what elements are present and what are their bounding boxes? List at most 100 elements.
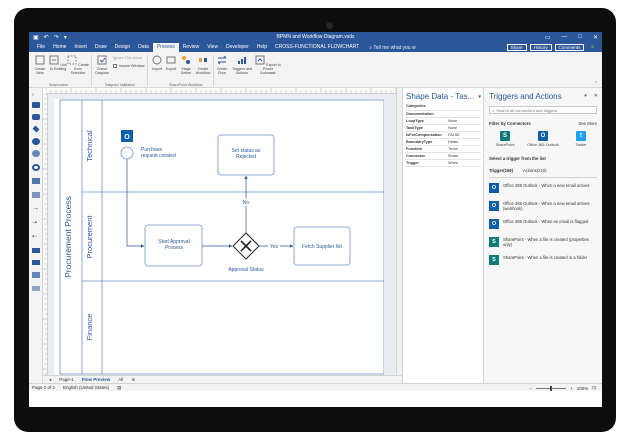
sequence-flow-icon[interactable]: → xyxy=(32,205,40,212)
trigger-item[interactable]: O Office 365 Outlook - When a new email a… xyxy=(484,196,602,214)
page-indicator[interactable]: Page 2 of 2 xyxy=(32,385,55,390)
trigger-search-input[interactable]: ⌕ Search all connectors and triggers xyxy=(489,106,597,114)
shape-data-row[interactable]: Documentation xyxy=(405,110,481,118)
tell-me-search[interactable]: ⌕ Tell me what you w xyxy=(369,45,415,51)
stage-define-button[interactable]: Stage Define xyxy=(178,55,194,75)
event-shape-icon[interactable] xyxy=(32,138,40,145)
annotation-shape-icon[interactable] xyxy=(32,286,40,291)
language-indicator[interactable]: English (United States) xyxy=(63,385,109,390)
shape-data-value[interactable]: When xyxy=(447,159,481,167)
tab-view[interactable]: View xyxy=(203,43,222,52)
lane-shape-icon[interactable] xyxy=(32,260,40,265)
collapse-ribbon-icon[interactable]: ⌃ xyxy=(594,81,598,87)
nav-prev-icon[interactable]: ◂ xyxy=(49,377,51,383)
shape-data-value[interactable]: Share xyxy=(447,152,481,160)
zoom-slider[interactable] xyxy=(536,385,567,391)
shape-data-row[interactable]: Function Techn xyxy=(405,145,481,153)
add-page-icon[interactable]: ⊕ xyxy=(131,377,135,383)
tab-draw[interactable]: Draw xyxy=(91,43,111,52)
export-power-automate-button[interactable]: Export to Power Automate xyxy=(255,55,281,75)
tab-home[interactable]: Home xyxy=(49,43,70,52)
maximize-button[interactable]: □ xyxy=(578,34,582,41)
shape-data-row[interactable]: BoundaryType Defau xyxy=(405,138,481,146)
create-new-button[interactable]: Create New xyxy=(31,55,49,75)
tab-process[interactable]: Process xyxy=(152,43,179,52)
minimize-button[interactable]: — xyxy=(561,34,567,41)
zoom-out-button[interactable]: − xyxy=(529,386,532,391)
ribbon-separator xyxy=(147,55,148,86)
create-from-selection-button[interactable]: Create from Selection xyxy=(67,55,89,75)
import-button[interactable]: Import xyxy=(150,55,164,71)
tab-data[interactable]: Data xyxy=(134,43,153,52)
tab-file[interactable]: File xyxy=(33,43,49,52)
shape-data-row[interactable]: Connector Share xyxy=(405,152,481,160)
tab-actions[interactable]: Actions(210) xyxy=(523,168,547,173)
triggers-actions-button[interactable]: Triggers and Actions xyxy=(231,55,253,75)
macro-icon[interactable]: ▤ xyxy=(117,385,121,391)
zoom-level[interactable]: 100% xyxy=(577,386,589,391)
association-icon[interactable]: ⇠ xyxy=(32,234,40,240)
message-flow-icon[interactable]: ⇢ xyxy=(32,220,40,226)
trigger-item[interactable]: S SharePoint - When a file is created in … xyxy=(484,250,602,268)
drawing-canvas[interactable]: Procurement Process Technical Procuremen… xyxy=(48,94,396,375)
shape-data-value[interactable]: Techn xyxy=(447,145,481,153)
close-button[interactable]: ✕ xyxy=(593,34,598,41)
shape-data-row[interactable]: IsForCompensation FALSE xyxy=(405,131,481,139)
shape-data-value[interactable] xyxy=(447,103,481,111)
intermediate-event-icon[interactable] xyxy=(32,150,40,157)
shape-data-value[interactable]: Defau xyxy=(447,138,481,146)
see-more-link[interactable]: See More xyxy=(578,121,597,126)
trigger-item[interactable]: O Office 365 Outlook - When a new email a… xyxy=(484,178,602,196)
fit-page-icon[interactable]: ⊡ xyxy=(592,385,596,391)
create-workflow-button[interactable]: Create Workflow xyxy=(194,55,212,75)
tab-page-1[interactable]: Page-1 xyxy=(59,377,74,382)
data-store-icon[interactable] xyxy=(32,192,40,198)
shape-data-value[interactable]: None xyxy=(447,124,481,132)
comments-button[interactable]: Comments xyxy=(554,44,585,51)
pool-shape-icon[interactable] xyxy=(32,248,40,253)
shape-data-row[interactable]: Trigger When xyxy=(405,159,481,167)
check-diagram-button[interactable]: Check Diagram xyxy=(93,55,111,75)
ignore-issue-button[interactable]: Ignore This Issue xyxy=(113,56,142,60)
tab-cross-functional[interactable]: CROSS-FUNCTIONAL FLOWCHART xyxy=(271,43,363,52)
tab-design[interactable]: Design xyxy=(111,43,135,52)
share-button[interactable]: Share xyxy=(506,44,527,51)
shape-data-value[interactable]: None xyxy=(447,117,481,125)
link-existing-button[interactable]: Link to Existing xyxy=(49,55,67,71)
panel-close-icon[interactable]: ✕ xyxy=(594,93,598,99)
end-event-icon[interactable] xyxy=(32,164,40,171)
shape-data-row[interactable]: Categories xyxy=(405,103,481,111)
shape-data-menu-icon[interactable]: ▾ xyxy=(478,94,481,100)
issues-window-toggle[interactable]: Issues Window xyxy=(113,64,145,68)
shape-data-row[interactable]: LoopType None xyxy=(405,117,481,125)
smiley-icon[interactable]: ☺ xyxy=(587,44,598,51)
panel-menu-icon[interactable]: ▾ xyxy=(584,93,587,99)
group-shape-icon[interactable] xyxy=(32,272,40,278)
tab-flow-preview[interactable]: Flow Preview xyxy=(82,377,111,382)
tab-all-pages[interactable]: All xyxy=(118,377,123,382)
tab-triggers[interactable]: Trigger(169) xyxy=(489,168,513,173)
connector-item[interactable]: O Office 365 Outlook xyxy=(526,131,560,147)
connector-icon: S xyxy=(500,131,510,141)
zoom-in-button[interactable]: + xyxy=(570,386,573,391)
data-object-icon[interactable] xyxy=(32,178,40,184)
subprocess-shape-icon[interactable] xyxy=(32,114,40,120)
shape-data-value[interactable] xyxy=(447,110,481,118)
export-button[interactable]: Export xyxy=(164,55,178,71)
tab-help[interactable]: Help xyxy=(253,43,271,52)
task-shape-icon[interactable] xyxy=(32,102,40,108)
tab-review[interactable]: Review xyxy=(179,43,203,52)
connector-item[interactable]: t Twitter xyxy=(564,131,598,147)
connector-item[interactable]: S SharePoint xyxy=(488,131,522,147)
trigger-item[interactable]: S SharePoint - When a file is created (pr… xyxy=(484,232,602,250)
tab-insert[interactable]: Insert xyxy=(70,43,91,52)
shape-data-row[interactable]: TaskType None xyxy=(405,124,481,132)
tab-developer[interactable]: Developer xyxy=(222,43,253,52)
ribbon-options-icon[interactable]: ▭ xyxy=(545,34,551,41)
shape-data-value[interactable]: FALSE xyxy=(447,131,481,139)
shapes-collapse-icon[interactable]: › xyxy=(32,92,40,98)
history-button[interactable]: History xyxy=(529,44,552,51)
create-flow-button[interactable]: Create Flow xyxy=(215,55,229,75)
trigger-item[interactable]: O Office 365 Outlook - When an email is f… xyxy=(484,214,602,232)
gateway-shape-icon[interactable] xyxy=(32,125,40,133)
